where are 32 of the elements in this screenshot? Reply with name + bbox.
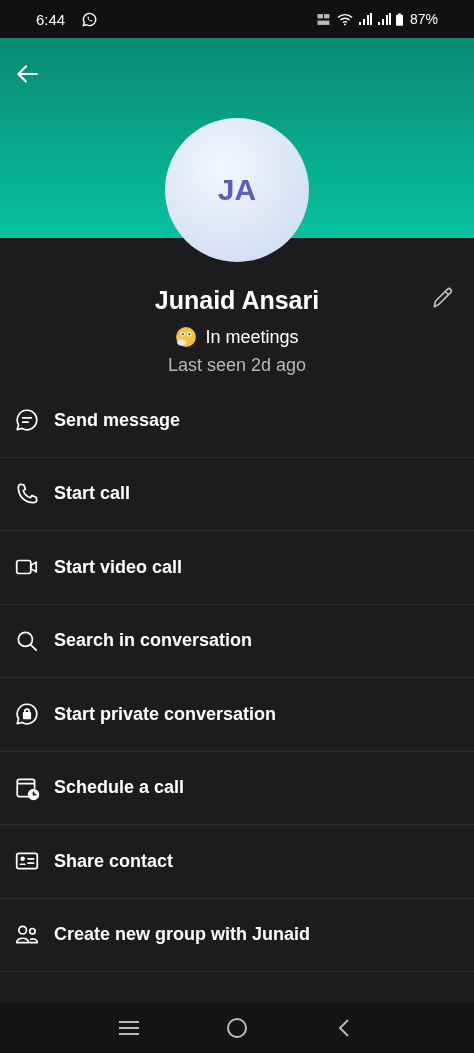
- chat-bubble-icon: [14, 407, 40, 434]
- action-item[interactable]: Create new group with Junaid: [0, 898, 474, 972]
- action-item[interactable]: Start private conversation: [0, 678, 474, 752]
- action-item[interactable]: Search in conversation: [0, 604, 474, 678]
- wifi-icon: [336, 12, 353, 26]
- action-item[interactable]: Start call: [0, 457, 474, 531]
- action-label: Schedule a call: [54, 777, 185, 799]
- contact-name: Junaid Ansari: [154, 285, 320, 315]
- action-label: Share contact: [54, 850, 174, 872]
- action-label: Search in conversation: [54, 630, 253, 652]
- chat-bubble-icon: [82, 11, 98, 27]
- home-icon[interactable]: [225, 1016, 249, 1040]
- action-item[interactable]: Share contact: [0, 825, 474, 899]
- last-seen: Last seen 2d ago: [166, 355, 308, 376]
- avatar-initials: JA: [217, 173, 257, 207]
- signal-icon: [357, 13, 372, 25]
- lock-bubble-icon: [14, 701, 40, 728]
- action-label: Start private conversation: [54, 703, 277, 725]
- action-item[interactable]: Schedule a call: [0, 751, 474, 825]
- action-label: Start call: [54, 483, 131, 505]
- action-label: Start video call: [54, 556, 183, 578]
- battery-percent: 87%: [409, 11, 438, 27]
- signal-icon: [376, 13, 391, 25]
- action-label: Send message: [54, 409, 181, 431]
- emoji-icon: [175, 326, 198, 348]
- clock-time: 6:44: [36, 10, 66, 28]
- status-text: In meetings: [205, 326, 299, 348]
- action-item[interactable]: Send message: [0, 384, 474, 458]
- battery-icon: [395, 12, 403, 26]
- action-item[interactable]: Start video call: [0, 531, 474, 605]
- phone-icon: [14, 480, 40, 507]
- action-label: Create new group with Junaid: [54, 924, 311, 946]
